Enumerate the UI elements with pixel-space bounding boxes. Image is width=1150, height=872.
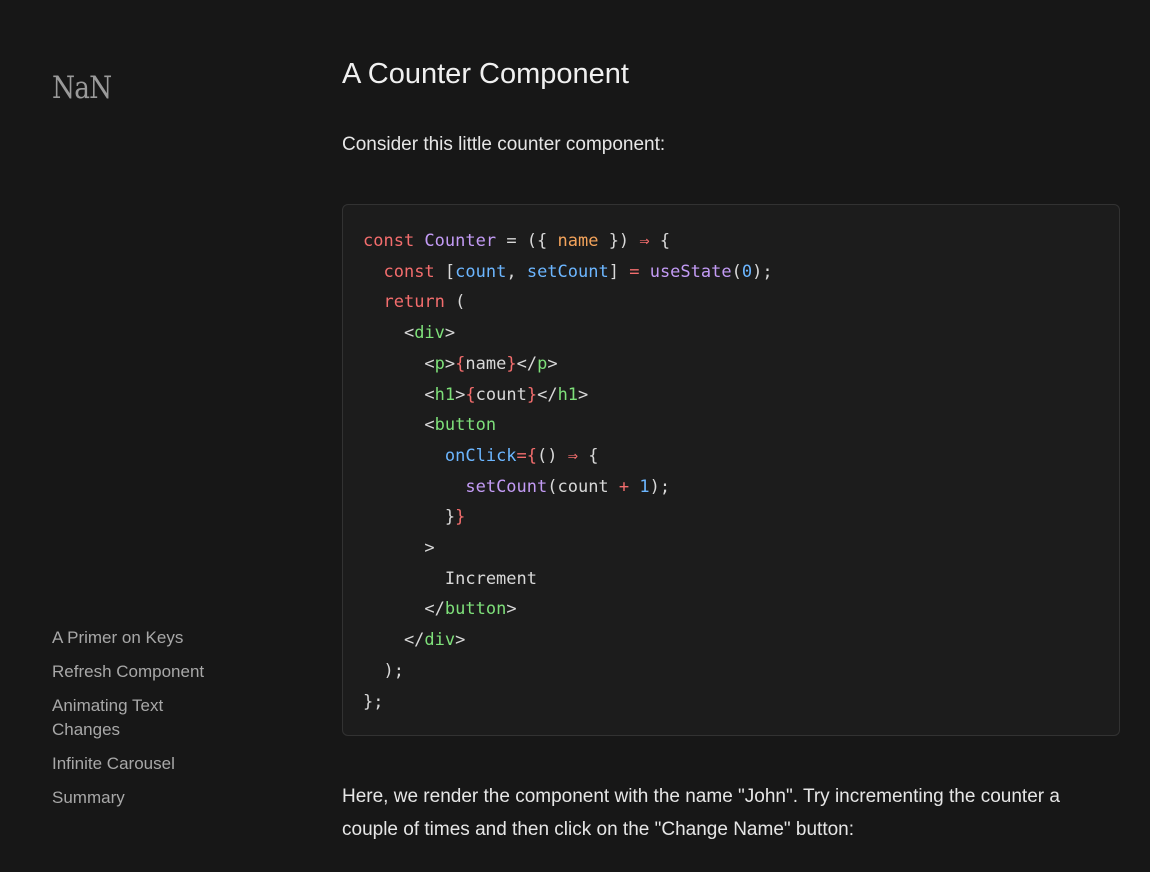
toc-link-primer-on-keys[interactable]: A Primer on Keys	[52, 626, 232, 650]
code-token: </	[363, 630, 425, 651]
code-line: <h1>{count}</h1>	[363, 380, 1099, 411]
code-token: ⇒	[639, 231, 650, 251]
code-token: ()	[537, 445, 568, 466]
toc-link-summary[interactable]: Summary	[52, 786, 232, 810]
code-token: p	[537, 353, 548, 374]
code-line: }}	[363, 502, 1099, 533]
code-token: ⇒	[567, 445, 578, 466]
code-token: }	[526, 384, 538, 405]
site-logo[interactable]: NaN	[52, 70, 112, 106]
code-token: const	[383, 261, 445, 282]
code-token: =	[629, 261, 640, 282]
code-token: >	[547, 353, 558, 374]
code-token: {	[455, 353, 466, 374]
code-token: }	[455, 507, 466, 528]
code-block: const Counter = ({ name }) ⇒ { const [co…	[342, 204, 1120, 736]
code-token: name	[557, 231, 599, 251]
code-line: return (	[363, 287, 1099, 318]
code-line: };	[363, 687, 1099, 718]
code-line: </button>	[363, 594, 1099, 625]
table-of-contents: A Primer on Keys Refresh Component Anima…	[52, 626, 232, 820]
code-token: 0	[741, 261, 753, 282]
code-line: );	[363, 656, 1099, 687]
code-token: ,	[506, 261, 527, 282]
code-line: const [count, setCount] = useState(0);	[363, 257, 1099, 288]
code-content: const Counter = ({ name }) ⇒ { const [co…	[363, 226, 1099, 717]
code-token: <	[363, 323, 415, 344]
code-token: {	[578, 445, 599, 466]
code-token: = ({	[496, 231, 558, 251]
code-token: );	[752, 261, 773, 282]
code-token: <	[363, 353, 435, 374]
code-token: const	[363, 231, 425, 251]
code-token: >	[455, 630, 466, 651]
code-token: <	[363, 415, 435, 436]
code-token: count	[455, 261, 507, 282]
code-line: <button	[363, 410, 1099, 441]
code-token: ]	[608, 261, 630, 282]
code-token: );	[363, 660, 404, 681]
code-token: return	[383, 292, 456, 313]
code-token: </	[537, 384, 558, 405]
code-token: <	[363, 384, 435, 405]
code-token: })	[598, 231, 640, 251]
code-token: >	[363, 538, 435, 559]
code-token: >	[506, 599, 517, 620]
code-token: h1	[434, 384, 456, 405]
code-token: );	[649, 476, 671, 497]
code-line: <p>{name}</p>	[363, 349, 1099, 380]
code-token: ={	[516, 445, 538, 466]
code-token: h1	[557, 384, 579, 405]
code-line: setCount(count + 1);	[363, 472, 1099, 503]
code-token: (count	[547, 476, 619, 497]
code-token: +	[618, 476, 630, 497]
toc-link-infinite-carousel[interactable]: Infinite Carousel	[52, 752, 232, 776]
code-token: button	[434, 415, 497, 436]
code-token: </	[516, 353, 538, 374]
code-token: >	[455, 384, 466, 405]
code-token: }	[363, 507, 456, 528]
code-token: {	[465, 384, 476, 405]
code-token: >	[444, 323, 456, 344]
code-token: useState	[649, 261, 732, 282]
code-token: button	[444, 599, 507, 620]
code-token: Counter	[424, 231, 497, 251]
code-line: onClick={() ⇒ {	[363, 441, 1099, 472]
code-token: name	[465, 353, 507, 374]
toc-link-refresh-component[interactable]: Refresh Component	[52, 660, 232, 684]
code-token: (	[455, 292, 466, 313]
code-token: (	[731, 261, 742, 282]
code-token: p	[434, 353, 445, 374]
intro-paragraph: Consider this little counter component:	[342, 134, 666, 155]
code-token: >	[578, 384, 589, 405]
code-token: div	[424, 630, 456, 651]
code-line: >	[363, 533, 1099, 564]
code-token: }	[506, 353, 517, 374]
followup-paragraph: Here, we render the component with the n…	[342, 786, 1060, 840]
code-token: {	[649, 231, 671, 251]
code-token: setCount	[526, 261, 609, 282]
code-token: setCount	[465, 476, 548, 497]
code-token: div	[414, 323, 445, 344]
toc-link-animating-text-changes[interactable]: Animating Text Changes	[52, 694, 232, 742]
code-line: </div>	[363, 625, 1099, 656]
code-token: [	[444, 261, 456, 282]
code-token: Increment	[363, 568, 537, 589]
code-line: <div>	[363, 318, 1099, 349]
code-line: const Counter = ({ name }) ⇒ {	[363, 226, 1099, 257]
code-token: 1	[639, 476, 650, 497]
code-token: count	[475, 384, 527, 405]
code-token: >	[444, 353, 456, 374]
code-token: onClick	[444, 445, 517, 466]
section-heading: A Counter Component	[342, 58, 629, 90]
code-token: };	[363, 691, 384, 712]
code-token: </	[363, 599, 445, 620]
code-line: Increment	[363, 564, 1099, 595]
